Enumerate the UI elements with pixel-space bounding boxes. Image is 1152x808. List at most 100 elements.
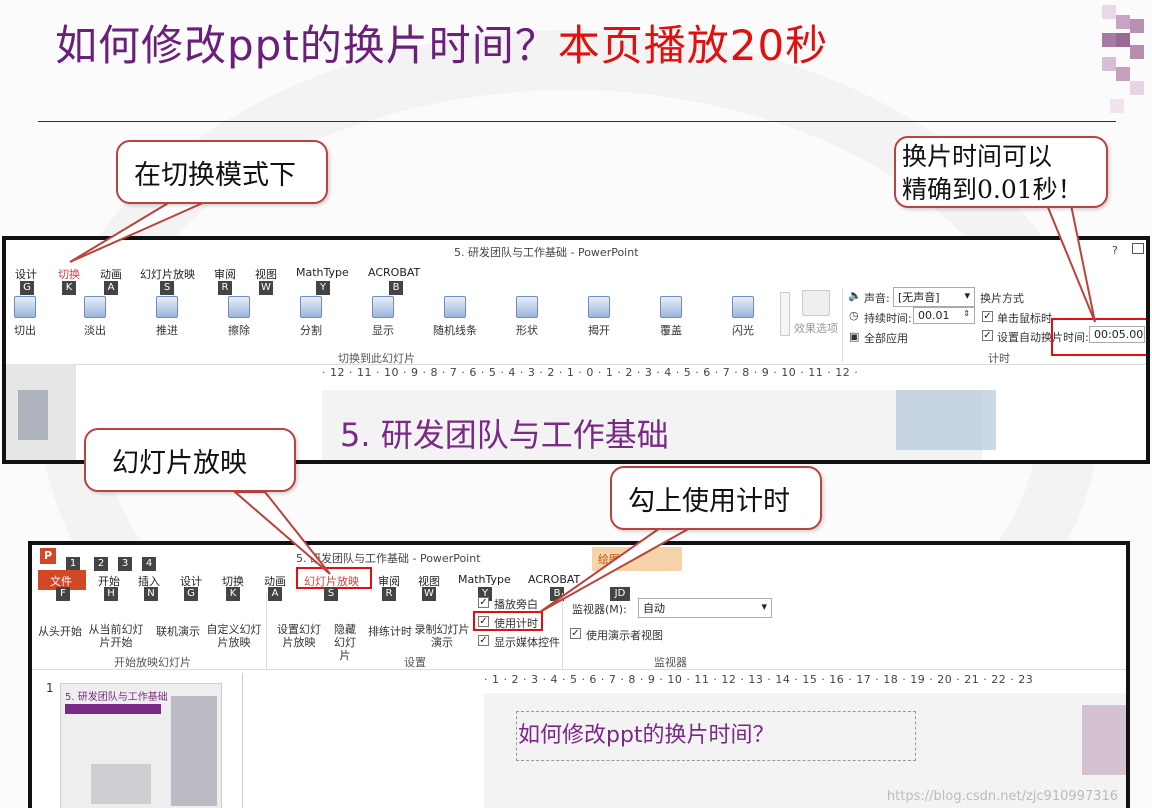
title-bar (32, 545, 1126, 565)
highlight-auto-time (1051, 318, 1146, 356)
random-bars-effect-icon (444, 296, 466, 318)
slide-thumbnail[interactable]: 5. 研发团队与工作基础 (60, 683, 222, 808)
rehearse-timings-button[interactable]: 排练计时 (368, 623, 412, 639)
effect-push[interactable]: 推进 (150, 296, 184, 338)
cut-effect-icon (14, 296, 36, 318)
decorative-pixel-block (1092, 5, 1152, 125)
from-current-button[interactable]: 从当前幻灯片开始 (84, 623, 148, 649)
group-label-monitor: 监视器 (654, 656, 687, 669)
hide-slide-button[interactable]: 隐藏幻灯片 (330, 623, 360, 662)
tab-acrobat[interactable]: ACROBAT (368, 266, 420, 279)
on-click-label: 单击鼠标时 (997, 312, 1052, 325)
monitor-select[interactable]: 自动 ▾ (638, 598, 772, 618)
effect-split[interactable]: 分割 (294, 296, 328, 338)
record-slideshow-button[interactable]: 录制幻灯片演示 (412, 623, 472, 649)
effect-options-icon (802, 290, 830, 316)
tab-transitions[interactable]: 切换 (58, 266, 80, 282)
effect-cut[interactable]: 切出 (8, 296, 42, 338)
ribbon-bottom-border (6, 364, 1146, 365)
group-label-setup: 设置 (404, 656, 426, 669)
ribbon-separator (266, 593, 267, 669)
tab-design[interactable]: 设计 (15, 266, 37, 282)
blurred-photo (1082, 705, 1126, 775)
help-button[interactable]: ? (1112, 244, 1118, 257)
keytip: N (144, 587, 158, 601)
tab-animations[interactable]: 动画 (100, 266, 122, 282)
ribbon-display-options-icon[interactable] (1132, 243, 1144, 254)
auto-after-checkbox[interactable]: ✓ (982, 330, 993, 341)
keytip: A (104, 281, 118, 295)
apply-all-button[interactable]: 全部应用 (864, 330, 908, 346)
callout-use-timings: 勾上使用计时 (610, 466, 822, 530)
advance-slide-label: 换片方式 (980, 292, 1024, 305)
from-beginning-button[interactable]: 从头开始 (38, 623, 82, 639)
blurred-photo (171, 696, 217, 806)
keytip: W (259, 281, 273, 295)
thumbnail-header-band (65, 704, 161, 714)
effect-options-button[interactable]: 效果选项 (792, 290, 840, 336)
effect-reveal[interactable]: 显示 (366, 296, 400, 338)
show-media-checkbox[interactable]: ✓ (478, 635, 489, 646)
effect-flash[interactable]: 闪光 (726, 296, 760, 338)
show-media-label: 显示媒体控件 (494, 636, 560, 649)
callout-precision: 换片时间可以 精确到0.01秒！ (894, 136, 1108, 208)
slide-title: 如何修改ppt的换片时间？本页播放20秒 (55, 12, 828, 73)
ribbon-separator (562, 593, 563, 669)
keytip: G (184, 587, 198, 601)
keytip: K (62, 281, 76, 295)
push-effect-icon (156, 296, 178, 318)
fade-effect-icon (84, 296, 106, 318)
effect-fade[interactable]: 淡出 (78, 296, 112, 338)
source-watermark: https://blog.csdn.net/zjc910997316 (886, 789, 1118, 804)
pane-divider (242, 673, 243, 808)
title-duration-note: 本页播放20秒 (557, 21, 829, 70)
effect-random-bars[interactable]: 随机线条 (430, 296, 480, 338)
window-title: 5. 研发团队与工作基础 - PowerPoint (454, 246, 639, 259)
keytip: G (20, 281, 34, 295)
tab-review[interactable]: 审阅 (214, 266, 236, 282)
callout-switch-mode: 在切换模式下 (116, 140, 328, 204)
keytip: JD (610, 587, 630, 601)
apply-all-icon: ▣ (849, 330, 860, 343)
keytip: K (226, 587, 240, 601)
play-narration-checkbox[interactable]: ✓ (478, 597, 489, 608)
effect-cover[interactable]: 覆盖 (654, 296, 688, 338)
sound-select[interactable]: [无声音] ▾ (893, 287, 975, 307)
uncover-effect-icon (588, 296, 610, 318)
keytip: 2 (94, 557, 108, 571)
tab-mathtype[interactable]: MathType (458, 573, 511, 586)
slide-heading: 5. 研发团队与工作基础 (340, 416, 669, 454)
highlight-use-timings (473, 611, 543, 631)
callout-slideshow: 幻灯片放映 (84, 428, 296, 492)
keytip: H (104, 587, 118, 601)
keytip: 3 (118, 557, 132, 571)
keytip: S (324, 587, 338, 601)
ribbon-bottom-border (32, 669, 1126, 670)
effect-wipe[interactable]: 擦除 (222, 296, 256, 338)
presenter-view-checkbox[interactable]: ✓ (570, 628, 581, 639)
tab-view[interactable]: 视图 (255, 266, 277, 282)
gallery-scroll[interactable] (780, 292, 790, 336)
duration-label: 持续时间: (864, 312, 912, 325)
duration-input[interactable]: 00.01 ⇕ (913, 307, 975, 324)
presenter-view-label: 使用演示者视图 (586, 629, 663, 642)
effect-uncover[interactable]: 揭开 (582, 296, 616, 338)
tab-mathtype[interactable]: MathType (296, 266, 349, 279)
custom-slideshow-button[interactable]: 自定义幻灯片放映 (206, 623, 262, 649)
highlight-slideshow-tab (296, 567, 372, 589)
keytip: B (389, 281, 403, 295)
present-online-button[interactable]: 联机演示 (156, 623, 200, 639)
tab-slideshow[interactable]: 幻灯片放映 (140, 266, 195, 282)
thumbnail-number: 1 (46, 681, 54, 695)
play-narration-label: 播放旁白 (494, 598, 538, 611)
tab-acrobat[interactable]: ACROBAT (528, 573, 580, 586)
setup-slideshow-button[interactable]: 设置幻灯片放映 (272, 623, 326, 649)
effect-shape[interactable]: 形状 (510, 296, 544, 338)
clock-icon: ◷ (849, 309, 859, 322)
keytip: A (268, 587, 282, 601)
wipe-effect-icon (228, 296, 250, 318)
keytip: R (218, 281, 232, 295)
keytip: 1 (66, 557, 80, 571)
cover-effect-icon (660, 296, 682, 318)
on-click-checkbox[interactable]: ✓ (982, 311, 993, 322)
